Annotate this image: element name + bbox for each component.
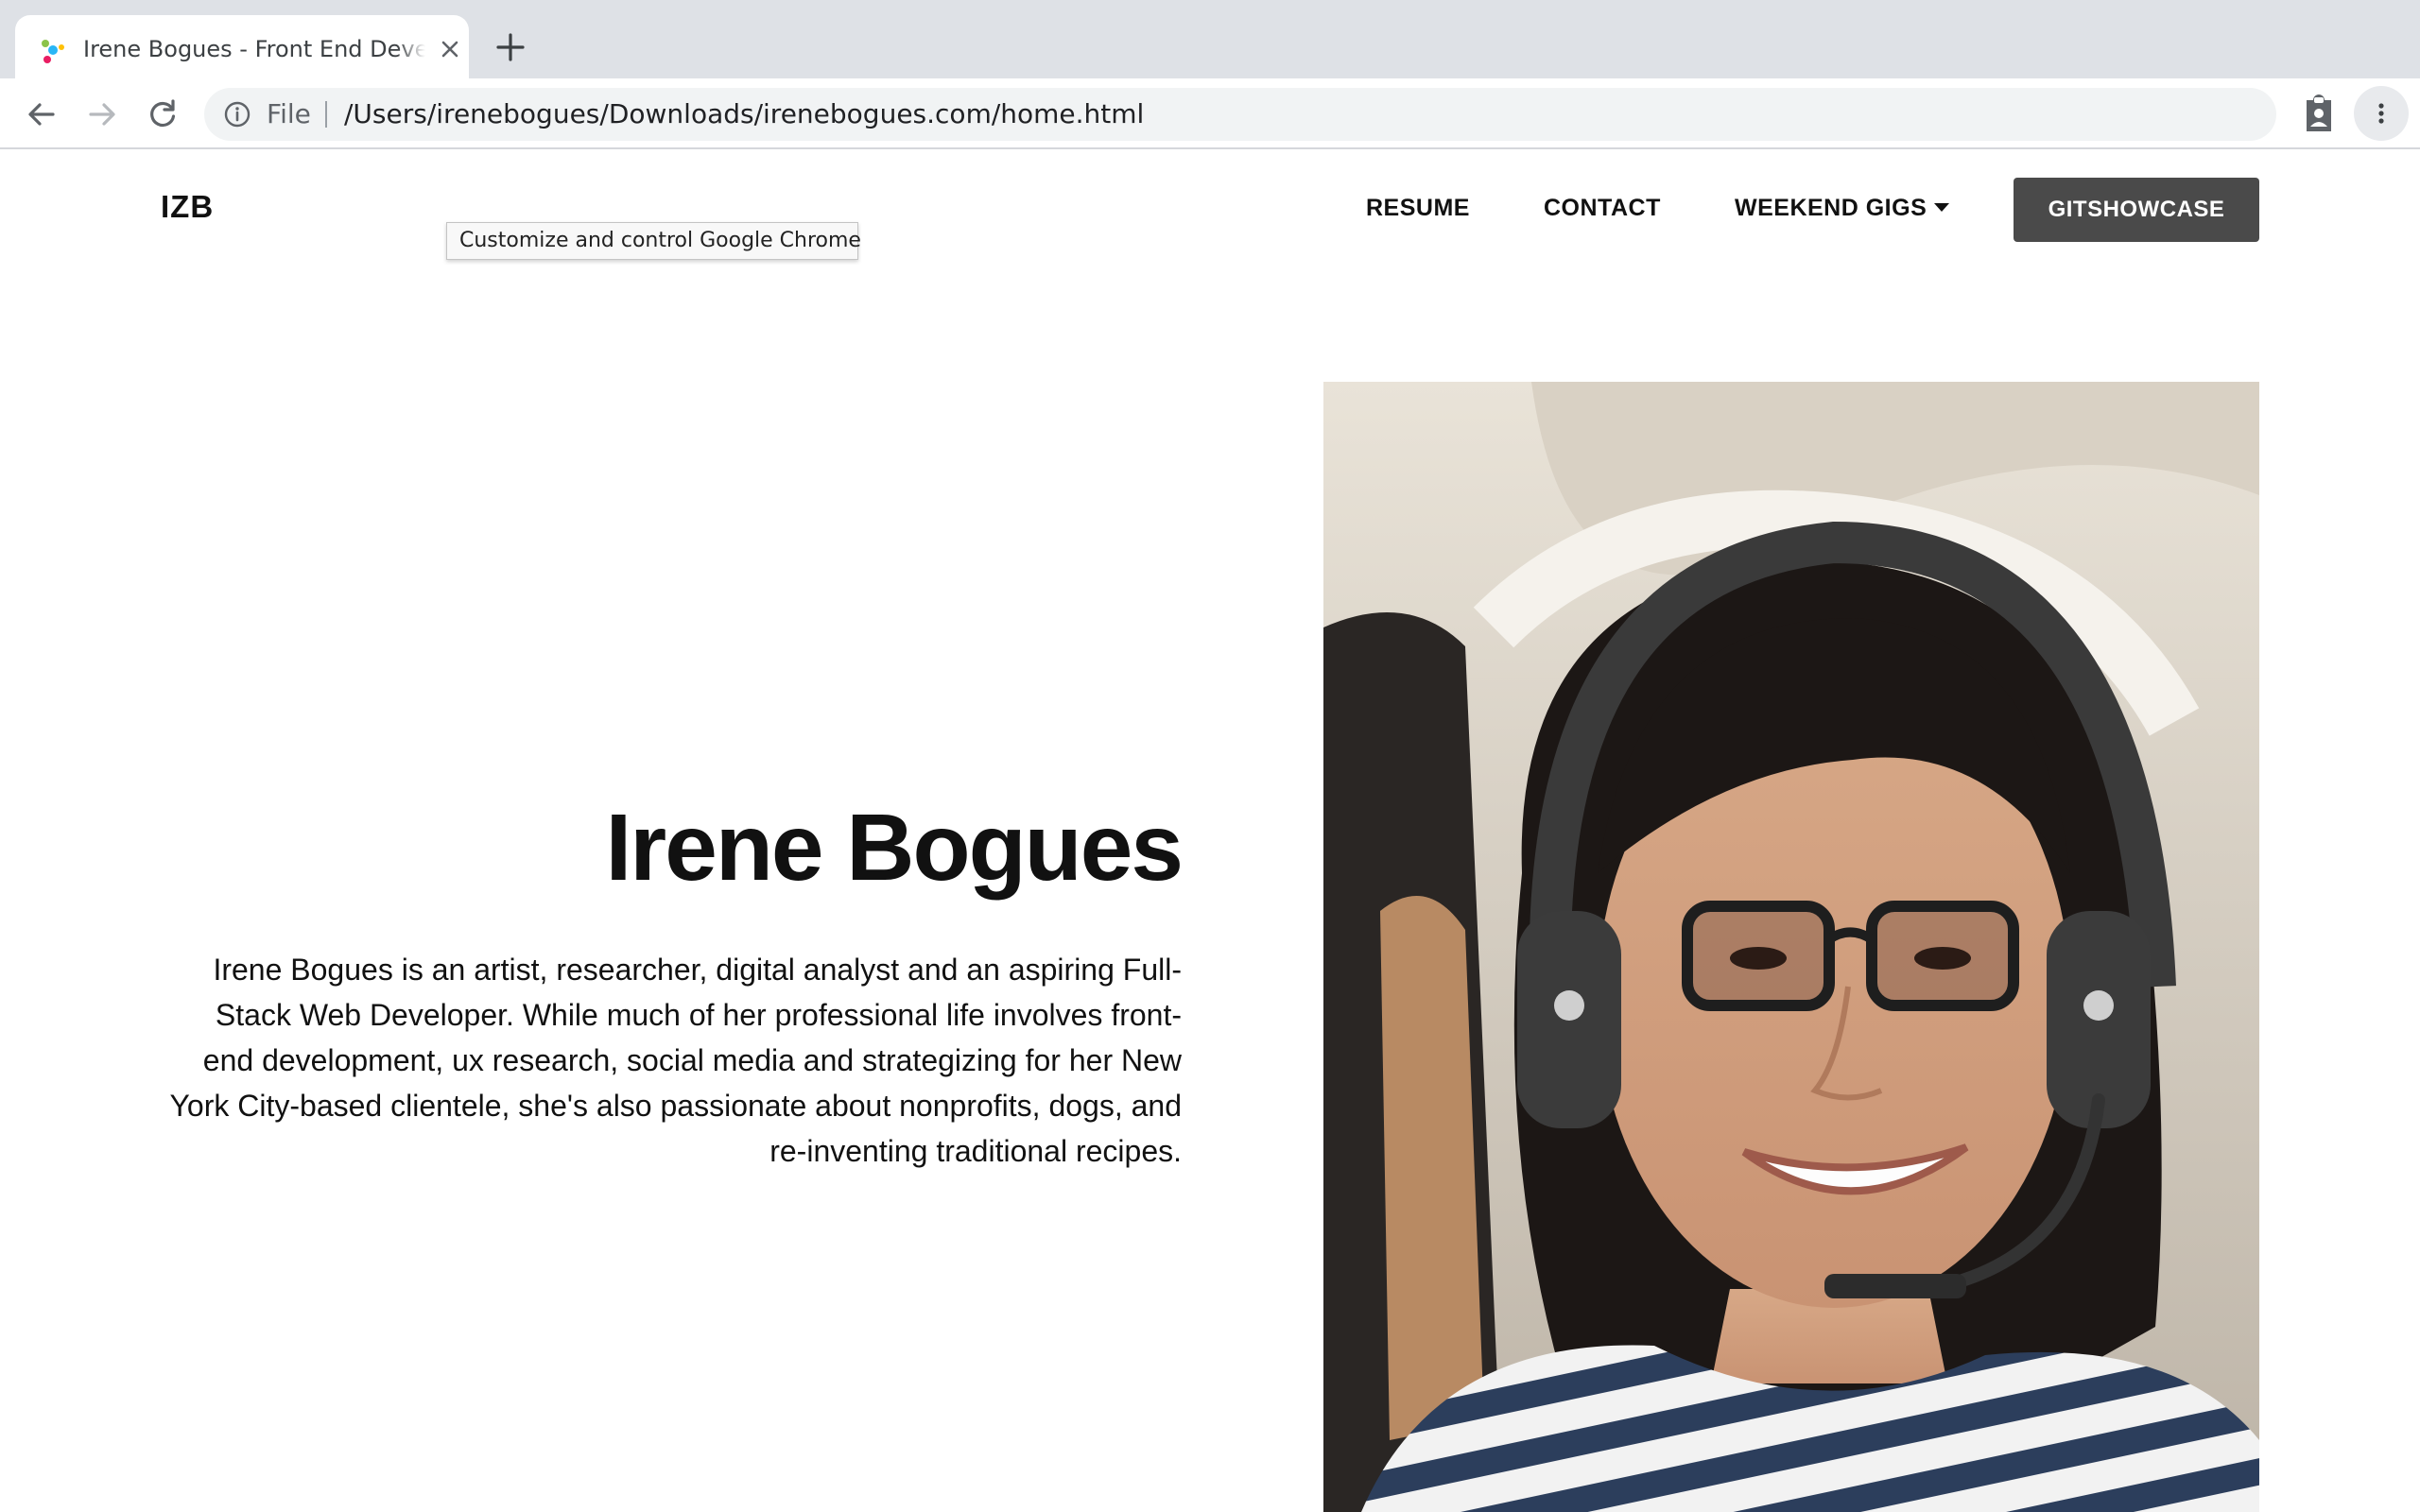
browser-tab[interactable]: Irene Bogues - Front End Developer xyxy=(15,15,469,78)
url-separator xyxy=(325,101,327,128)
profile-photo-illustration xyxy=(1323,382,2259,1512)
nav-resume[interactable]: RESUME xyxy=(1366,195,1470,222)
kebab-menu-icon xyxy=(2378,103,2384,124)
address-bar[interactable]: File /Users/irenebogues/Downloads/ireneb… xyxy=(204,88,2276,141)
info-icon[interactable] xyxy=(223,100,251,129)
chrome-menu-button[interactable] xyxy=(2354,86,2409,141)
hero-bio: Irene Bogues is an artist, researcher, d… xyxy=(169,953,1182,1168)
nav-contact[interactable]: CONTACT xyxy=(1544,195,1661,222)
url-text[interactable]: /Users/irenebogues/Downloads/irenebogues… xyxy=(344,88,1144,141)
tab-title: Irene Bogues - Front End Developer xyxy=(83,32,425,66)
nav-weekend-gigs-label: WEEKEND GIGS xyxy=(1735,195,1927,221)
tab-strip: Irene Bogues - Front End Developer xyxy=(0,0,2420,78)
reload-icon[interactable] xyxy=(144,95,182,133)
forward-arrow-icon[interactable] xyxy=(83,95,121,133)
profile-photo xyxy=(1323,382,2259,1512)
nav-weekend-gigs[interactable]: WEEKEND GIGS xyxy=(1735,195,1950,222)
caret-down-icon xyxy=(1934,202,1950,212)
clipboard-person-icon[interactable] xyxy=(2299,94,2339,135)
menu-tooltip: Customize and control Google Chrome xyxy=(446,222,861,260)
favicon-icon xyxy=(42,40,64,63)
hero-name: Irene Bogues xyxy=(605,795,1184,901)
new-tab-plus-icon[interactable] xyxy=(493,30,527,64)
back-arrow-icon[interactable] xyxy=(23,95,60,133)
url-scheme: File xyxy=(267,98,311,129)
close-icon[interactable] xyxy=(435,34,465,64)
gitshowcase-button[interactable]: GITSHOWCASE xyxy=(2014,178,2259,242)
site-logo[interactable]: IZB xyxy=(161,189,214,225)
browser-toolbar: File /Users/irenebogues/Downloads/ireneb… xyxy=(0,78,2420,149)
